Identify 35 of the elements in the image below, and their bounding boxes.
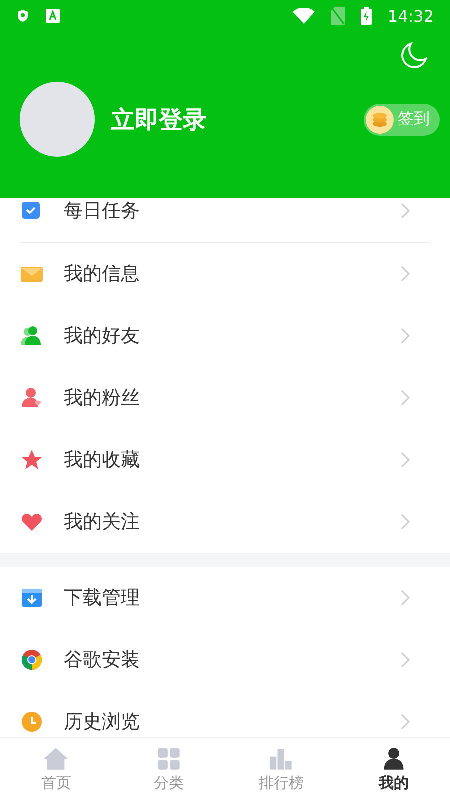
menu-item[interactable]: 我的收藏 [0, 429, 430, 491]
chevron-icon [401, 328, 410, 344]
app-notification-icon [46, 9, 60, 23]
chevron-icon [401, 590, 410, 606]
menu-item[interactable]: 下载管理 [0, 567, 430, 629]
menu-item[interactable]: 每日任务 [0, 198, 430, 242]
menu-item[interactable]: 历史浏览 [0, 691, 430, 737]
chevron-icon [401, 652, 410, 668]
home-icon [43, 746, 70, 772]
menu-item[interactable]: 我的好友 [0, 305, 430, 367]
no-sim-icon [330, 7, 345, 25]
shield-icon [16, 9, 30, 23]
clock-icon [20, 710, 44, 734]
status-time: 14:32 [388, 6, 434, 26]
chevron-icon [401, 390, 410, 406]
menu-item[interactable]: 我的粉丝 [0, 367, 430, 429]
menu-item[interactable]: 我的信息 [0, 243, 430, 305]
chevron-icon [401, 203, 410, 219]
chevron-icon [401, 452, 410, 468]
star-icon [20, 448, 44, 472]
chevron-icon [401, 266, 410, 282]
wifi-icon [292, 8, 315, 24]
chrome-icon [20, 648, 44, 672]
download-icon [20, 586, 44, 610]
menu-item[interactable]: 谷歌安装 [0, 629, 430, 691]
person-heart-icon [20, 386, 44, 410]
battery-charging-icon [360, 7, 372, 25]
coins-icon [366, 106, 394, 134]
menu-item[interactable]: 我的关注 [0, 491, 430, 553]
people-icon [20, 324, 44, 348]
chevron-icon [401, 714, 410, 730]
grid-icon [156, 746, 182, 772]
moon-icon[interactable] [400, 42, 428, 70]
nav-tab[interactable]: 我的 [338, 738, 450, 800]
chevron-icon [401, 514, 410, 530]
